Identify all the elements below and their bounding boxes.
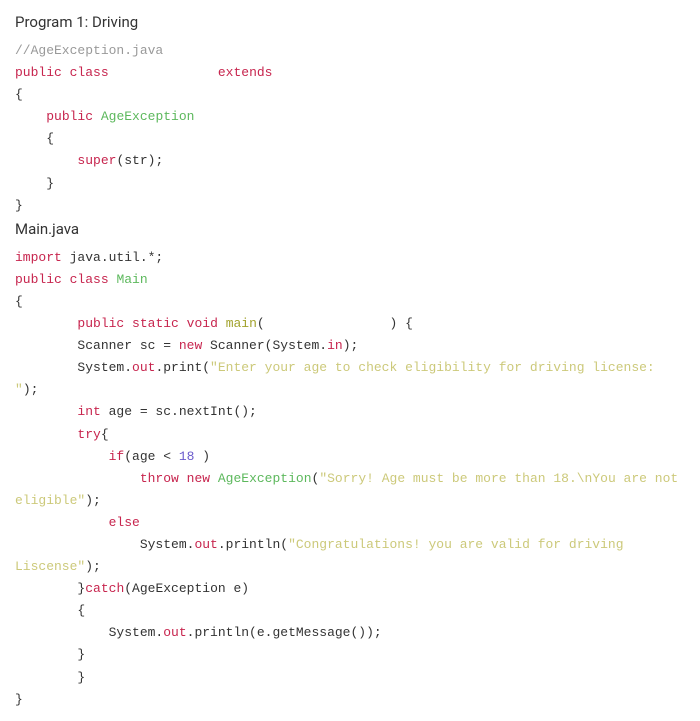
field-out-1: out <box>132 360 155 375</box>
kw-public-3: public <box>15 272 62 287</box>
scanner-decl-2: Scanner(System. <box>202 338 327 353</box>
print-call: .print( <box>155 360 210 375</box>
class-main: Main <box>116 272 147 287</box>
field-out-3: out <box>163 625 186 640</box>
string-error-b: eligible" <box>15 493 85 508</box>
code-block-2: import java.util.*; public class Main { … <box>15 247 685 711</box>
close-println-1: ); <box>85 559 101 574</box>
main-params: ( ) { <box>257 316 413 331</box>
kw-class: class <box>70 65 109 80</box>
kw-static: static <box>132 316 179 331</box>
kw-in: in <box>327 338 343 353</box>
scanner-decl-1: Scanner sc = <box>15 338 179 353</box>
system-2: System. <box>140 537 195 552</box>
import-path: java.util.*; <box>62 250 163 265</box>
kw-super: super <box>77 153 116 168</box>
kw-public: public <box>15 65 62 80</box>
if-cond-1: (age < <box>124 449 179 464</box>
kw-class-2: class <box>70 272 109 287</box>
kw-throw: throw <box>140 471 179 486</box>
scanner-decl-3: ); <box>343 338 359 353</box>
kw-new-2: new <box>187 471 210 486</box>
kw-if: if <box>109 449 125 464</box>
if-cond-2: ) <box>194 449 210 464</box>
class-ageexception-2: AgeException <box>218 471 312 486</box>
println-call-2: .println( <box>187 625 257 640</box>
string-error-a: "Sorry! Age must be more than 18.\nYou a… <box>319 471 686 486</box>
kw-else: else <box>109 515 140 530</box>
println-call-1: .println( <box>218 537 288 552</box>
fn-main: main <box>226 316 257 331</box>
system-1: System. <box>77 360 132 375</box>
kw-int: int <box>77 404 100 419</box>
code-block-1: //AgeException.java public class extends… <box>15 40 685 217</box>
kw-public-2: public <box>46 109 93 124</box>
super-arg: (str); <box>116 153 163 168</box>
catch-arg: (AgeException e) <box>124 581 249 596</box>
throw-close: ); <box>85 493 101 508</box>
close-print-1: ); <box>23 382 39 397</box>
main-java-heading: Main.java <box>15 217 685 241</box>
getmessage-arg: e.getMessage()); <box>257 625 382 640</box>
string-congrats: "Congratulations! you are valid for driv… <box>15 537 631 574</box>
comment-line: //AgeException.java <box>15 43 163 58</box>
kw-new: new <box>179 338 202 353</box>
kw-catch: catch <box>85 581 124 596</box>
field-out-2: out <box>194 537 217 552</box>
try-brace: { <box>101 427 109 442</box>
age-assign: age = sc.nextInt(); <box>101 404 257 419</box>
class-ageexception: AgeException <box>101 109 195 124</box>
program-1-heading: Program 1: Driving <box>15 10 685 34</box>
system-3: System. <box>109 625 164 640</box>
kw-try: try <box>77 427 100 442</box>
kw-import: import <box>15 250 62 265</box>
kw-void: void <box>187 316 218 331</box>
num-18: 18 <box>179 449 195 464</box>
kw-public-4: public <box>77 316 124 331</box>
kw-extends: extends <box>218 65 273 80</box>
